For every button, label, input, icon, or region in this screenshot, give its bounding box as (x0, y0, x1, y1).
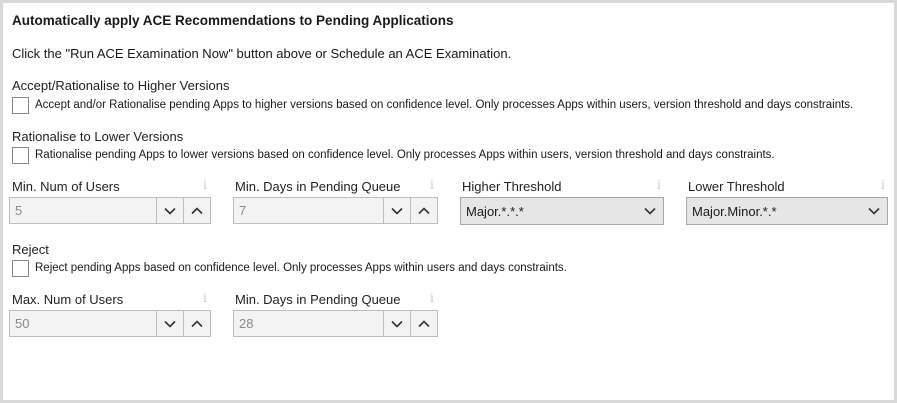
higher-versions-heading: Accept/Rationalise to Higher Versions (12, 78, 230, 93)
min-days-input[interactable]: 7 (234, 198, 383, 223)
chevron-up-icon (191, 319, 203, 327)
min-users-input[interactable]: 5 (10, 198, 156, 223)
reject-checkbox-label[interactable]: Reject pending Apps based on confidence … (35, 262, 567, 274)
lower-threshold-select[interactable]: Major.Minor.*.* (686, 197, 888, 225)
higher-threshold-dropdown-button[interactable] (637, 207, 663, 215)
higher-threshold-select[interactable]: Major.*.*.* (460, 197, 664, 225)
min-days-decrement-button[interactable] (383, 198, 410, 223)
reject-checkbox[interactable] (12, 260, 29, 277)
min-days-info-icon[interactable]: i (430, 178, 434, 192)
min-users-stepper[interactable]: 5 (9, 197, 211, 224)
higher-threshold-label: Higher Threshold (462, 179, 562, 194)
instruction-text: Click the "Run ACE Examination Now" butt… (12, 46, 512, 61)
chevron-up-icon (418, 206, 430, 214)
max-users-decrement-button[interactable] (156, 311, 183, 336)
chevron-up-icon (418, 319, 430, 327)
chevron-down-icon (868, 207, 880, 215)
chevron-down-icon (391, 207, 403, 215)
reject-min-days-label: Min. Days in Pending Queue (235, 292, 401, 307)
higher-versions-checkbox[interactable] (12, 97, 29, 114)
min-days-label: Min. Days in Pending Queue (235, 179, 401, 194)
min-days-stepper[interactable]: 7 (233, 197, 438, 224)
section-title: Automatically apply ACE Recommendations … (12, 13, 454, 28)
max-users-info-icon[interactable]: i (203, 291, 207, 305)
higher-versions-checkbox-label[interactable]: Accept and/or Rationalise pending Apps t… (35, 99, 853, 111)
min-users-label: Min. Num of Users (12, 179, 120, 194)
chevron-up-icon (191, 206, 203, 214)
lower-versions-checkbox[interactable] (12, 147, 29, 164)
reject-min-days-increment-button[interactable] (410, 311, 437, 336)
lower-threshold-value[interactable]: Major.Minor.*.* (687, 204, 861, 219)
lower-threshold-info-icon[interactable]: i (881, 178, 885, 192)
max-users-increment-button[interactable] (183, 311, 210, 336)
max-users-label: Max. Num of Users (12, 292, 124, 307)
chevron-down-icon (164, 320, 176, 328)
lower-versions-checkbox-label[interactable]: Rationalise pending Apps to lower versio… (35, 149, 775, 161)
max-users-stepper[interactable]: 50 (9, 310, 211, 337)
min-users-info-icon[interactable]: i (203, 178, 207, 192)
chevron-down-icon (644, 207, 656, 215)
reject-heading: Reject (12, 242, 49, 257)
min-users-increment-button[interactable] (183, 198, 210, 223)
lower-versions-heading: Rationalise to Lower Versions (12, 129, 184, 144)
higher-threshold-info-icon[interactable]: i (657, 178, 661, 192)
min-days-increment-button[interactable] (410, 198, 437, 223)
reject-min-days-stepper[interactable]: 28 (233, 310, 438, 337)
higher-threshold-value[interactable]: Major.*.*.* (461, 204, 637, 219)
min-users-decrement-button[interactable] (156, 198, 183, 223)
reject-min-days-input[interactable]: 28 (234, 311, 383, 336)
reject-min-days-decrement-button[interactable] (383, 311, 410, 336)
chevron-down-icon (391, 320, 403, 328)
chevron-down-icon (164, 207, 176, 215)
lower-threshold-label: Lower Threshold (688, 179, 785, 194)
max-users-input[interactable]: 50 (10, 311, 156, 336)
lower-threshold-dropdown-button[interactable] (861, 207, 887, 215)
reject-min-days-info-icon[interactable]: i (430, 291, 434, 305)
